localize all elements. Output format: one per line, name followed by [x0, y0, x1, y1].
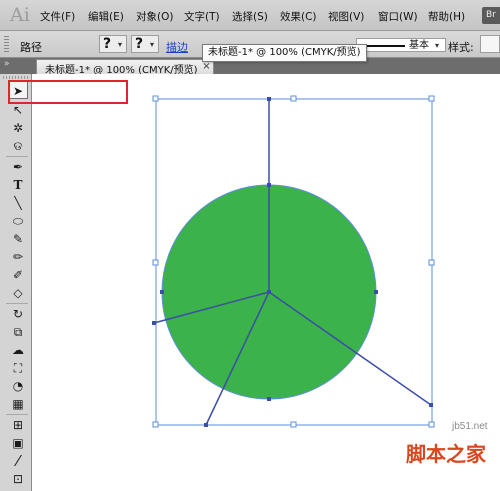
pencil-tool-icon[interactable]: ✏: [8, 248, 28, 266]
blob-brush-tool-icon[interactable]: ✐: [8, 266, 28, 284]
ellipse-tool-icon[interactable]: ⬭: [8, 212, 28, 230]
stroke-question-icon: ?: [135, 36, 144, 52]
eyedropper-tool-icon[interactable]: ⁄: [8, 452, 28, 470]
tool-separator: [6, 156, 28, 157]
menu-object[interactable]: 对象(O): [136, 9, 173, 24]
gradient-tool-icon[interactable]: ▣: [8, 434, 28, 452]
style-swatch[interactable]: [480, 35, 500, 53]
artboard-canvas[interactable]: jb51.net 脚本之家: [33, 74, 500, 491]
menu-file[interactable]: 文件(F): [40, 9, 75, 24]
menu-help[interactable]: 帮助(H): [428, 9, 465, 24]
menu-type[interactable]: 文字(T): [184, 9, 220, 24]
mesh-tool-icon[interactable]: ⊞: [8, 416, 28, 434]
document-tab[interactable]: 未标题-1* @ 100% (CMYK/预览) ×: [36, 59, 214, 76]
artwork[interactable]: [33, 74, 500, 491]
menu-view[interactable]: 视图(V): [328, 9, 364, 24]
chevron-down-icon: ▾: [435, 41, 440, 50]
free-transform-tool-icon[interactable]: ⛶: [8, 359, 28, 377]
fill-swatch[interactable]: ? ▾: [99, 35, 127, 53]
style-label: 样式:: [448, 41, 474, 54]
brush-name: 基本: [409, 40, 429, 51]
stroke-line-preview: [361, 45, 405, 47]
tool-separator: [6, 414, 28, 415]
eraser-tool-icon[interactable]: ◇: [8, 284, 28, 302]
selection-tool-highlight: [8, 80, 128, 104]
selection-type-label: 路径: [20, 41, 42, 54]
chevron-down-icon: ▾: [118, 40, 123, 49]
document-tooltip: 未标题-1* @ 100% (CMYK/预览): [202, 44, 367, 62]
chevron-down-icon: ▾: [150, 40, 155, 49]
tools-panel: ➤ ↖ ✲ ଡ ✒ T ╲ ⬭ ✎ ✏ ✐ ◇ ↻ ⧉ ☁ ⛶ ◔ ▦ ⊞ ▣ …: [0, 74, 32, 491]
menu-window[interactable]: 窗口(W): [378, 9, 418, 24]
tools-panel-grip[interactable]: [3, 76, 29, 79]
lasso-tool-icon[interactable]: ଡ: [8, 137, 28, 155]
close-icon[interactable]: ×: [201, 61, 212, 72]
scale-tool-icon[interactable]: ⧉: [8, 323, 28, 341]
menu-select[interactable]: 选择(S): [232, 9, 268, 24]
bridge-button[interactable]: Br: [482, 7, 500, 24]
tool-separator: [6, 303, 28, 304]
menu-bar: Ai 文件(F) 编辑(E) 对象(O) 文字(T) 选择(S) 效果(C) 视…: [0, 0, 500, 31]
rotate-tool-icon[interactable]: ↻: [8, 305, 28, 323]
app-logo: Ai: [10, 4, 30, 26]
watermark-logo: 脚本之家: [406, 442, 486, 466]
brush-definition-dropdown[interactable]: 基本 ▾: [356, 38, 446, 52]
blend-tool-icon[interactable]: ⊡: [8, 470, 28, 488]
shape-builder-tool-icon[interactable]: ◔: [8, 377, 28, 395]
menu-edit[interactable]: 编辑(E): [88, 9, 124, 24]
control-bar-grip[interactable]: [4, 36, 9, 53]
paintbrush-tool-icon[interactable]: ✎: [8, 230, 28, 248]
stroke-swatch[interactable]: ? ▾: [131, 35, 159, 53]
stroke-panel-link[interactable]: 描边: [166, 39, 188, 55]
type-tool-icon[interactable]: T: [8, 176, 28, 194]
watermark-url: jb51.net: [452, 421, 488, 432]
menu-effect[interactable]: 效果(C): [280, 9, 317, 24]
fill-question-icon: ?: [103, 36, 112, 52]
warp-tool-icon[interactable]: ☁: [8, 341, 28, 359]
perspective-grid-tool-icon[interactable]: ▦: [8, 395, 28, 413]
collapse-panel-icon[interactable]: »: [4, 59, 10, 69]
pen-tool-icon[interactable]: ✒: [8, 158, 28, 176]
line-segment-tool-icon[interactable]: ╲: [8, 194, 28, 212]
magic-wand-tool-icon[interactable]: ✲: [8, 119, 28, 137]
